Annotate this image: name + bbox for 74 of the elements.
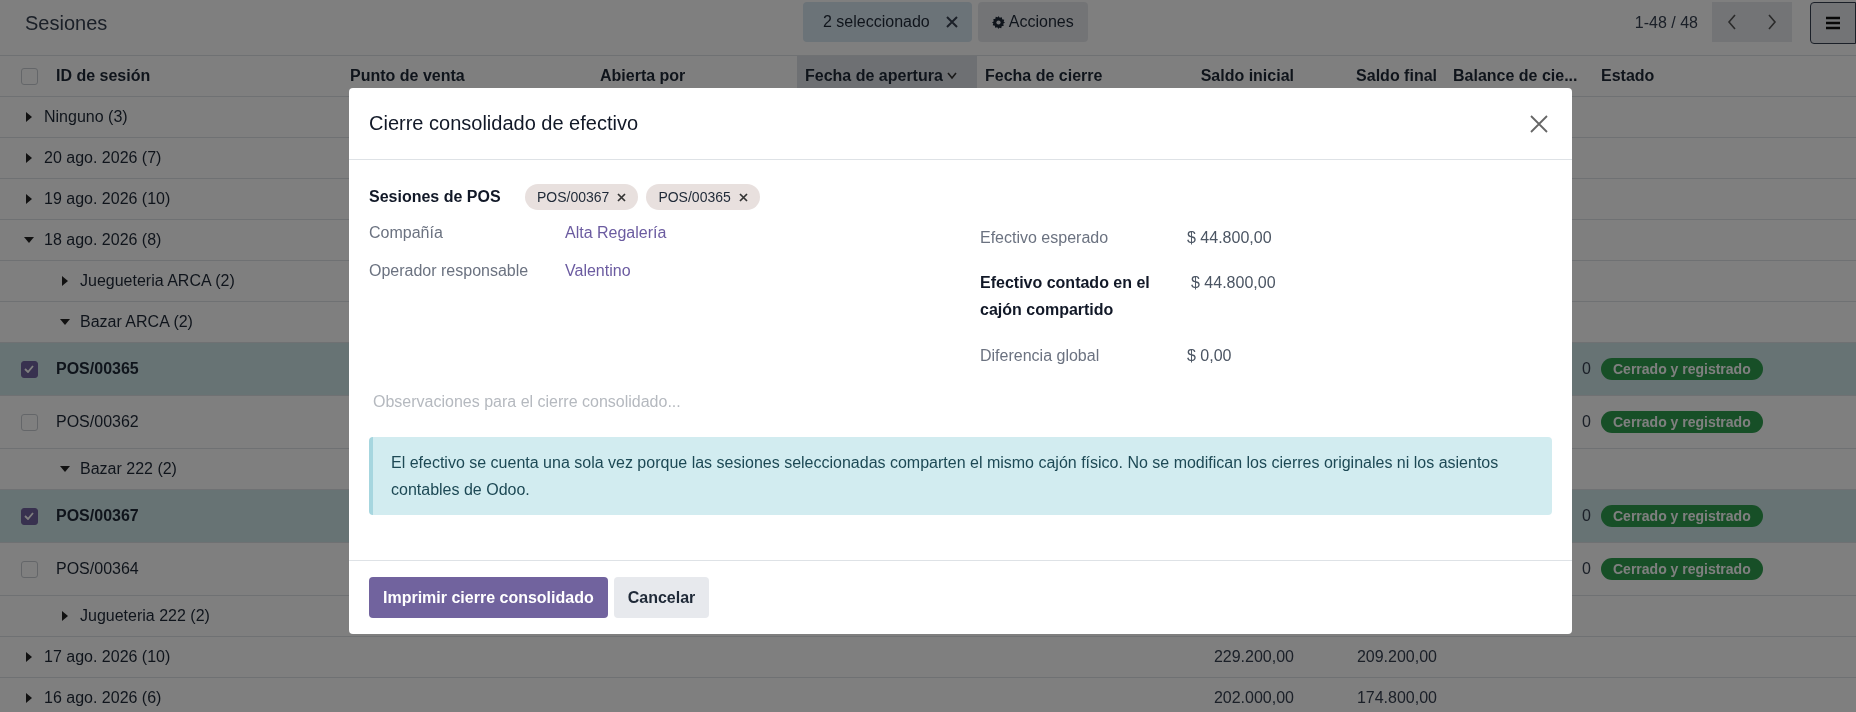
gear-icon	[991, 15, 1005, 29]
caret-icon[interactable]	[24, 235, 34, 245]
status-badge: Cerrado y registrado	[1601, 505, 1763, 527]
table-cell: POS/00364	[56, 560, 139, 577]
caret-icon[interactable]	[24, 652, 34, 662]
field-label: Diferencia global	[980, 345, 1101, 366]
table-cell: POS/00362	[56, 413, 139, 430]
remove-icon[interactable]	[738, 192, 748, 202]
column-header[interactable]: Estado	[1593, 56, 1856, 96]
group-label[interactable]: Bazar 222 (2)	[80, 460, 177, 478]
session-tag: POS/00367	[525, 184, 639, 210]
column-header[interactable]: ID de sesión	[48, 56, 342, 96]
status-badge: Cerrado y registrado	[1601, 358, 1763, 380]
group-label[interactable]: 17 ago. 2026 (10)	[44, 648, 171, 666]
page-title: Sesiones	[25, 12, 109, 35]
chevron-left-icon	[1727, 14, 1737, 30]
field-value: $ 0,00	[1186, 345, 1232, 366]
close-icon	[1530, 114, 1548, 133]
field-value: $ 44.800,00	[1186, 228, 1272, 248]
sort-caret-icon	[946, 72, 957, 80]
status-badge: Cerrado y registrado	[1601, 411, 1763, 433]
remove-icon[interactable]	[617, 192, 627, 202]
caret-icon[interactable]	[24, 153, 34, 163]
print-button[interactable]: Imprimir cierre consolidado	[369, 577, 608, 618]
caret-icon[interactable]	[60, 464, 70, 474]
table-cell: 0	[1582, 560, 1591, 577]
group-label[interactable]: Jugueteria 222 (2)	[80, 607, 210, 625]
table-cell: POS/00365	[56, 360, 139, 377]
caret-icon[interactable]	[60, 317, 70, 327]
table-cell: 229.200,00	[1213, 648, 1294, 665]
row-checkbox[interactable]	[20, 360, 38, 378]
chevron-right-icon	[1767, 14, 1777, 30]
caret-icon[interactable]	[24, 194, 34, 204]
table-cell: 0	[1582, 507, 1591, 524]
checkmark-icon	[24, 365, 34, 373]
status-badge: Cerrado y registrado	[1601, 558, 1763, 580]
pager-text: 1-48 / 48	[1634, 14, 1698, 32]
group-label[interactable]: 20 ago. 2026 (7)	[44, 149, 162, 167]
select-all-checkbox[interactable]	[20, 67, 38, 85]
dialog-title: Cierre consolidado de efectivo	[369, 112, 639, 135]
field-link[interactable]: Valentino	[565, 262, 631, 280]
actions-button[interactable]: Acciones	[977, 2, 1088, 42]
caret-icon[interactable]	[24, 112, 34, 122]
caret-icon[interactable]	[24, 693, 34, 703]
field-link[interactable]: Alta Regalería	[565, 224, 667, 242]
table-cell: 0	[1582, 360, 1591, 377]
menu-icon	[1825, 16, 1841, 30]
group-label[interactable]: 19 ago. 2026 (10)	[44, 190, 171, 208]
caret-icon[interactable]	[60, 276, 70, 286]
checkmark-icon	[24, 512, 34, 520]
group-label[interactable]: Bazar ARCA (2)	[80, 313, 193, 331]
field-label: Efectivo contado en el cajón compartido	[980, 273, 1151, 321]
group-label[interactable]: 18 ago. 2026 (8)	[44, 231, 162, 249]
list-view-button[interactable]	[1810, 2, 1856, 44]
cancel-button[interactable]: Cancelar	[613, 577, 710, 618]
close-icon	[945, 16, 958, 28]
caret-icon[interactable]	[60, 611, 70, 621]
field-label: Operador responsable	[369, 262, 530, 280]
field-label: Efectivo esperado	[980, 228, 1110, 248]
table-cell: 209.200,00	[1356, 648, 1437, 665]
selection-button[interactable]: 2 seleccionado	[803, 2, 972, 42]
table-cell: 0	[1582, 413, 1591, 430]
table-cell: 202.000,00	[1213, 689, 1294, 706]
table-cell: 174.800,00	[1356, 689, 1437, 706]
field-value: $ 44.800,00	[1190, 273, 1276, 294]
row-checkbox[interactable]	[20, 507, 38, 525]
table-cell: POS/00367	[56, 507, 139, 524]
field-label: Compañía	[369, 224, 444, 242]
group-label[interactable]: Juegueteria ARCA (2)	[80, 272, 235, 290]
group-label[interactable]: 16 ago. 2026 (6)	[44, 689, 162, 707]
group-label[interactable]: Ninguno (3)	[44, 108, 128, 126]
session-tag: POS/00365	[646, 184, 760, 210]
info-alert: El efectivo se cuenta una sola vez porque las sesiones seleccionadas comparten el mismo cajón físico. No se modifican los cierres originales ni los asientos contables de Odoo.	[369, 436, 1552, 516]
field-label: Sesiones de POS	[369, 188, 502, 206]
